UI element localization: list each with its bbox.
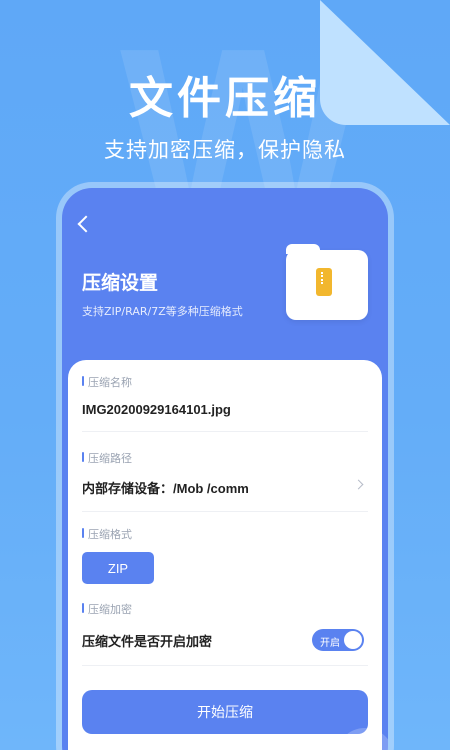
format-section: 压缩格式 ZIP (82, 526, 368, 584)
zip-folder-icon (286, 244, 368, 320)
path-section[interactable]: 压缩路径 内部存储设备：/Mob /comm (82, 450, 368, 512)
path-label: 压缩路径 (82, 450, 368, 466)
app-screen: 压缩设置 支持ZIP/RAR/7Z等多种压缩格式 压缩名称 IMG2020092… (62, 188, 388, 750)
encrypt-question: 压缩文件是否开启加密 (82, 634, 213, 650)
toggle-knob (344, 631, 362, 649)
encrypt-label: 压缩加密 (82, 601, 368, 617)
page-subtitle: 支持ZIP/RAR/7Z等多种压缩格式 (82, 305, 243, 318)
name-section: 压缩名称 IMG20200929164101.jpg (82, 374, 368, 432)
zipper-icon (316, 268, 332, 296)
name-value[interactable]: IMG20200929164101.jpg (82, 402, 368, 417)
start-compress-button[interactable]: 开始压缩 (82, 690, 368, 734)
chevron-left-icon[interactable] (77, 215, 95, 233)
divider (82, 665, 368, 666)
phone-frame: 压缩设置 支持ZIP/RAR/7Z等多种压缩格式 压缩名称 IMG2020092… (56, 182, 394, 750)
toggle-label: 开启 (320, 638, 340, 649)
folder-tab (286, 244, 320, 254)
divider (82, 431, 368, 432)
format-label: 压缩格式 (82, 526, 368, 542)
divider (82, 511, 368, 512)
name-label: 压缩名称 (82, 374, 368, 390)
page-title: 压缩设置 (82, 272, 159, 294)
encrypt-toggle[interactable]: 开启 (312, 629, 364, 651)
hero-subtitle: 支持加密压缩，保护隐私 (104, 138, 346, 162)
path-value[interactable]: 内部存储设备：/Mob /comm (82, 478, 368, 497)
encrypt-section: 压缩加密 压缩文件是否开启加密 开启 (82, 601, 368, 666)
encrypt-row: 压缩文件是否开启加密 开启 (82, 629, 368, 651)
format-zip-button[interactable]: ZIP (82, 552, 154, 584)
settings-panel: 压缩名称 IMG20200929164101.jpg 压缩路径 内部存储设备：/… (68, 360, 388, 750)
hero-title: 文件压缩 (129, 73, 321, 124)
